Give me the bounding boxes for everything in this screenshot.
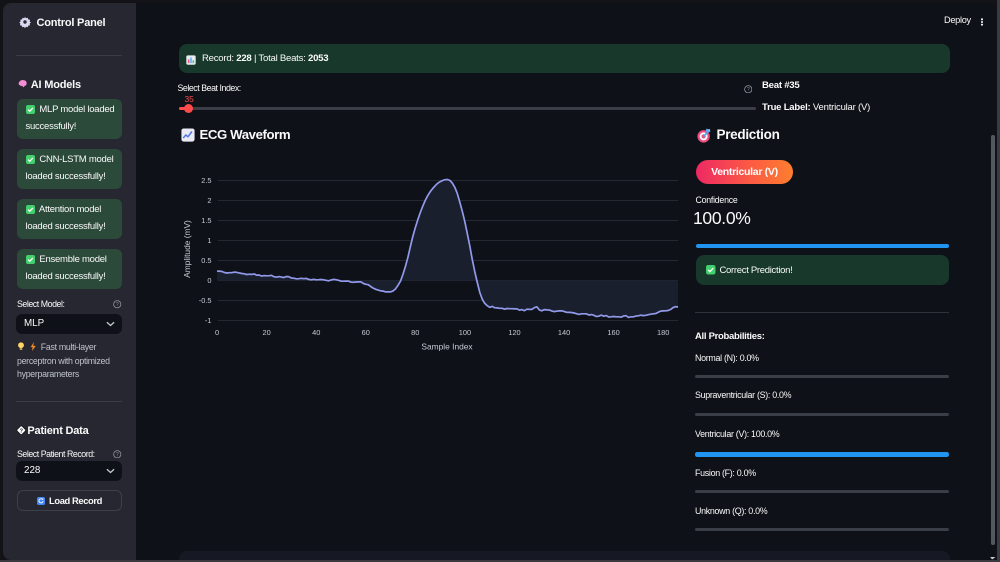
svg-text:100: 100 — [459, 328, 471, 337]
svg-text:20: 20 — [262, 328, 270, 337]
svg-text:140: 140 — [558, 328, 570, 337]
svg-text:0.5: 0.5 — [201, 256, 211, 265]
svg-text:40: 40 — [312, 328, 320, 337]
svg-text:Amplitude (mV): Amplitude (mV) — [182, 220, 192, 278]
svg-text:1.5: 1.5 — [201, 216, 211, 225]
svg-text:180: 180 — [657, 328, 669, 337]
svg-text:2.5: 2.5 — [201, 176, 211, 185]
svg-text:80: 80 — [411, 328, 419, 337]
svg-text:120: 120 — [508, 328, 520, 337]
svg-text:?: ? — [746, 87, 749, 93]
svg-text:-0.5: -0.5 — [199, 296, 212, 305]
svg-text:Sample Index: Sample Index — [421, 342, 473, 352]
svg-text:?: ? — [116, 302, 119, 308]
svg-text:160: 160 — [607, 328, 619, 337]
svg-text:?: ? — [116, 452, 119, 458]
svg-text:2: 2 — [207, 196, 211, 205]
svg-text:0: 0 — [207, 276, 211, 285]
svg-text:-1: -1 — [205, 316, 212, 325]
svg-text:60: 60 — [362, 328, 370, 337]
svg-text:0: 0 — [215, 328, 219, 337]
svg-text:1: 1 — [207, 236, 211, 245]
